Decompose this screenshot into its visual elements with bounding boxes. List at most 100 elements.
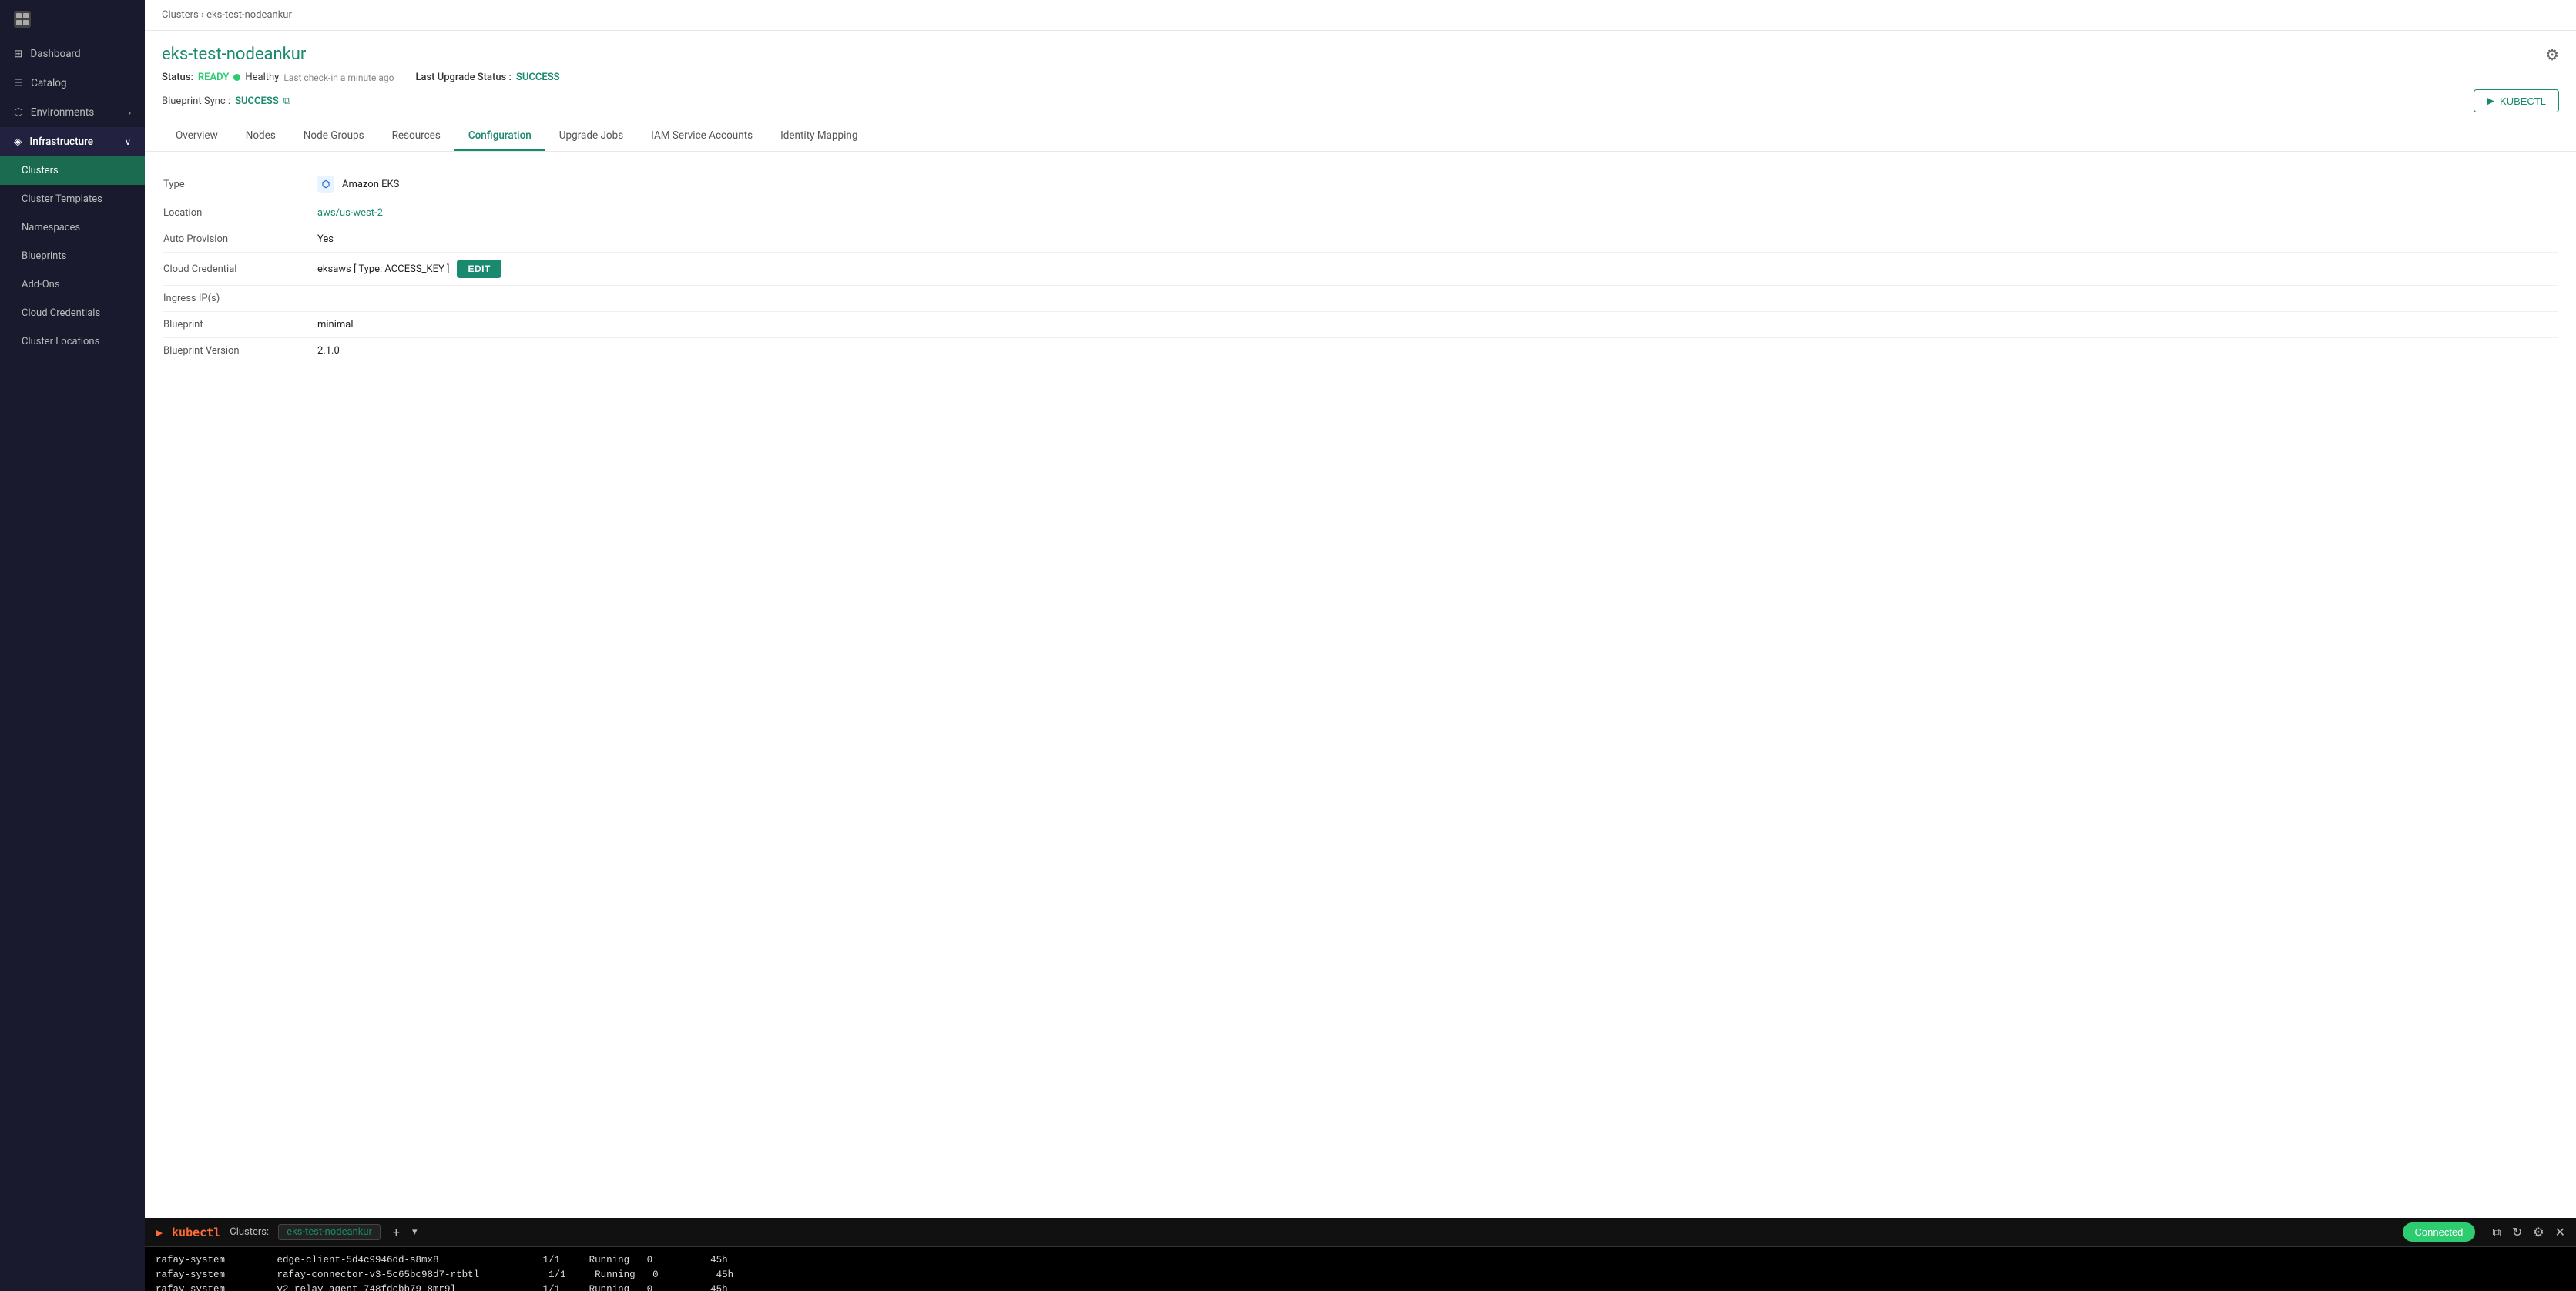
active-cluster-tab[interactable]: eks-test-nodeankur	[278, 1224, 381, 1240]
status-ready-item: Status: READY Healthy Last check-in a mi…	[162, 72, 394, 83]
status-label: Status:	[162, 72, 193, 83]
config-label-blueprint: Blueprint	[163, 319, 317, 330]
kubectl-logo: kubectl	[172, 1226, 220, 1239]
kubectl-bar-header: ▶ kubectl Clusters: eks-test-nodeankur +…	[145, 1218, 2576, 1247]
blueprint-text: minimal	[317, 319, 354, 330]
upgrade-value: SUCCESS	[516, 72, 560, 83]
sidebar-item-blueprints[interactable]: Blueprints	[0, 242, 145, 270]
terminal-line-0: rafay-system edge-client-5d4c9946dd-s8mx…	[156, 1253, 2565, 1268]
config-value-location[interactable]: aws/us-west-2	[317, 207, 383, 219]
tabs-bar: Overview Nodes Node Groups Resources Con…	[162, 122, 2559, 151]
sidebar-item-label: Blueprints	[22, 250, 66, 262]
tab-resources[interactable]: Resources	[378, 122, 454, 151]
gear-icon[interactable]: ⚙	[2545, 45, 2559, 64]
terminal-prompt-icon: ▶	[156, 1226, 163, 1239]
sidebar-item-clusters[interactable]: Clusters	[0, 156, 145, 185]
sidebar-item-label: Add-Ons	[22, 279, 60, 290]
sidebar-item-cluster-templates[interactable]: Cluster Templates	[0, 185, 145, 213]
terminal-icon: ▶	[2487, 95, 2494, 107]
config-label-type: Type	[163, 179, 317, 190]
cluster-header: eks-test-nodeankur ⚙ Status: READY Healt…	[145, 31, 2576, 152]
config-table: Type ⬡ Amazon EKS Location aws/us-west-2…	[163, 169, 2558, 364]
cluster-title-row: eks-test-nodeankur ⚙	[162, 45, 2559, 64]
config-row-type: Type ⬡ Amazon EKS	[163, 169, 2558, 200]
sidebar-item-label: Catalog	[31, 77, 66, 89]
blueprint-sync: Blueprint Sync : SUCCESS ⧉	[162, 96, 290, 107]
bar-actions: ⧉ ↻ ⚙ ✕	[2492, 1225, 2565, 1240]
external-link-bar-icon[interactable]: ⧉	[2492, 1225, 2501, 1240]
external-link-icon[interactable]: ⧉	[283, 96, 290, 107]
terminal-output: rafay-system edge-client-5d4c9946dd-s8mx…	[145, 1247, 2576, 1291]
tab-node-groups-label: Node Groups	[304, 129, 364, 142]
sidebar-item-label: Cluster Locations	[22, 336, 99, 347]
sidebar-item-environments[interactable]: ⬡ Environments ›	[0, 98, 145, 127]
config-row-auto-provision: Auto Provision Yes	[163, 226, 2558, 253]
clusters-label: Clusters:	[230, 1226, 269, 1238]
config-label-cloud-credential: Cloud Credential	[163, 263, 317, 275]
app-logo-icon	[14, 11, 31, 28]
breadcrumb-separator: ›	[201, 9, 204, 21]
config-row-blueprint-version: Blueprint Version 2.1.0	[163, 338, 2558, 364]
tab-identity-mapping-label: Identity Mapping	[780, 129, 857, 142]
config-type-text: Amazon EKS	[342, 179, 399, 190]
catalog-icon: ☰	[14, 77, 23, 89]
configuration-content: Type ⬡ Amazon EKS Location aws/us-west-2…	[145, 152, 2576, 1291]
config-label-blueprint-version: Blueprint Version	[163, 345, 317, 357]
config-value-auto-provision: Yes	[317, 233, 334, 245]
tab-identity-mapping[interactable]: Identity Mapping	[766, 122, 871, 151]
connected-button[interactable]: Connected	[2403, 1222, 2476, 1242]
add-cluster-tab-icon[interactable]: +	[390, 1225, 403, 1239]
config-value-blueprint: minimal	[317, 319, 354, 330]
sidebar-item-infrastructure[interactable]: ◈ Infrastructure ∨	[0, 127, 145, 156]
config-value-blueprint-version: 2.1.0	[317, 345, 340, 357]
tab-iam-service-accounts[interactable]: IAM Service Accounts	[637, 122, 766, 151]
edit-button[interactable]: EDIT	[457, 260, 501, 278]
refresh-bar-icon[interactable]: ↻	[2512, 1225, 2522, 1239]
environments-icon: ⬡	[14, 106, 23, 119]
grid-icon: ⊞	[14, 48, 22, 60]
tab-nodes-label: Nodes	[246, 129, 276, 142]
sidebar-logo	[0, 0, 145, 39]
config-label-auto-provision: Auto Provision	[163, 233, 317, 245]
terminal-line-1: rafay-system rafay-connector-v3-5c65bc98…	[156, 1268, 2565, 1283]
tab-node-groups[interactable]: Node Groups	[290, 122, 378, 151]
checkin-text: Last check-in a minute ago	[283, 72, 394, 83]
sidebar-item-label: Infrastructure	[29, 136, 93, 148]
config-row-cloud-credential: Cloud Credential eksaws [ Type: ACCESS_K…	[163, 253, 2558, 286]
location-link: aws/us-west-2	[317, 207, 383, 219]
tab-overview[interactable]: Overview	[162, 122, 232, 151]
sidebar-item-namespaces[interactable]: Namespaces	[0, 213, 145, 242]
blueprint-row: Blueprint Sync : SUCCESS ⧉ ▶ KUBECTL	[162, 89, 2559, 112]
config-value-type: ⬡ Amazon EKS	[317, 176, 399, 193]
infrastructure-icon: ◈	[14, 136, 22, 148]
settings-bar-icon[interactable]: ⚙	[2533, 1225, 2544, 1239]
sidebar-item-dashboard[interactable]: ⊞ Dashboard	[0, 39, 145, 69]
config-label-ingress: Ingress IP(s)	[163, 293, 317, 304]
tab-configuration-label: Configuration	[468, 129, 532, 142]
sidebar-item-label: Environments	[31, 106, 94, 119]
amazon-eks-icon: ⬡	[317, 176, 334, 193]
sidebar-item-catalog[interactable]: ☰ Catalog	[0, 69, 145, 98]
tab-upgrade-jobs[interactable]: Upgrade Jobs	[545, 122, 637, 151]
breadcrumb: Clusters › eks-test-nodeankur	[145, 0, 2576, 31]
sidebar-item-addons[interactable]: Add-Ons	[0, 270, 145, 299]
tab-resources-label: Resources	[392, 129, 441, 142]
cluster-tab-dropdown-icon[interactable]: ▾	[412, 1226, 418, 1238]
health-dot-icon	[233, 74, 240, 81]
config-row-ingress: Ingress IP(s)	[163, 286, 2558, 312]
sidebar-item-cluster-locations[interactable]: Cluster Locations	[0, 327, 145, 356]
sidebar-item-cloud-credentials[interactable]: Cloud Credentials	[0, 299, 145, 327]
breadcrumb-parent[interactable]: Clusters	[162, 9, 199, 21]
blueprint-version-text: 2.1.0	[317, 345, 340, 357]
chevron-down-icon: ∨	[125, 137, 131, 147]
close-bar-icon[interactable]: ✕	[2555, 1225, 2565, 1239]
sidebar-item-label: Clusters	[22, 165, 59, 176]
terminal-line-2: rafay-system v2-relay-agent-748fdcbb79-8…	[156, 1283, 2565, 1291]
tab-nodes[interactable]: Nodes	[232, 122, 290, 151]
tab-configuration[interactable]: Configuration	[454, 122, 545, 151]
sidebar-item-label: Cloud Credentials	[22, 307, 100, 319]
kubectl-button[interactable]: ▶ KUBECTL	[2474, 89, 2559, 112]
upgrade-label: Last Upgrade Status :	[415, 72, 511, 83]
sidebar-item-label: Namespaces	[22, 222, 80, 233]
upgrade-status-item: Last Upgrade Status : SUCCESS	[415, 72, 559, 83]
